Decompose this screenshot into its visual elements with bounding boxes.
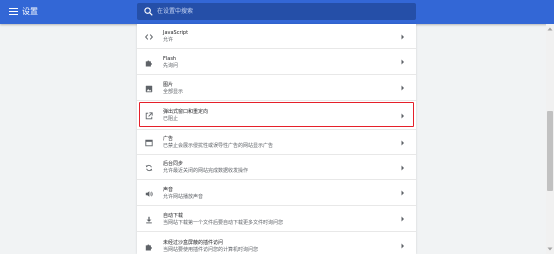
chevron-right-icon bbox=[401, 85, 404, 91]
setting-title: Flash bbox=[163, 56, 177, 62]
chevron-right-icon bbox=[401, 140, 404, 146]
setting-row-javascript[interactable]: JavaScript 允许 bbox=[137, 24, 416, 48]
setting-subtitle: 已禁止会展示侵扰性或误导性广告的网站显示广告 bbox=[163, 143, 274, 149]
setting-row-background-sync[interactable]: 后台同步 允许最近关闭的网站完成数据收发操作 bbox=[137, 154, 416, 179]
app-header: 设置 bbox=[0, 0, 554, 24]
chevron-right-icon bbox=[401, 59, 404, 65]
puzzle-icon bbox=[145, 244, 152, 251]
setting-row-flash[interactable]: Flash 先询问 bbox=[137, 48, 416, 74]
setting-title: 自动下载 bbox=[163, 213, 184, 219]
chevron-right-icon bbox=[401, 243, 404, 249]
image-icon bbox=[145, 85, 153, 93]
chevron-right-icon bbox=[401, 216, 404, 222]
setting-title: 声音 bbox=[163, 187, 174, 193]
setting-subtitle: 全部显示 bbox=[163, 89, 184, 95]
setting-row-images[interactable]: 图片 全部显示 bbox=[137, 74, 416, 100]
chevron-right-icon bbox=[401, 165, 404, 171]
page-title: 设置 bbox=[22, 7, 38, 16]
setting-row-automatic-downloads[interactable]: 自动下载 当网站下载第一个文件后要自动下载更多文件时询问您 bbox=[137, 205, 416, 231]
content-settings-card: JavaScript 允许 Flash 先询问 图片 全部显示 弹出式窗口和重定… bbox=[137, 24, 416, 254]
setting-subtitle: 允许最近关闭的网站完成数据收发操作 bbox=[163, 168, 249, 174]
setting-row-sound[interactable]: 声音 允许网站播放声音 bbox=[137, 179, 416, 205]
setting-subtitle: 允许网站播放声音 bbox=[163, 194, 204, 200]
menu-icon[interactable] bbox=[9, 8, 18, 15]
search-box[interactable] bbox=[137, 3, 416, 20]
setting-title: 广告 bbox=[163, 136, 174, 142]
setting-subtitle: 先询问 bbox=[163, 63, 179, 69]
scroll-up-arrow-icon[interactable] bbox=[547, 27, 553, 31]
chevron-right-icon bbox=[401, 34, 404, 40]
volume-icon bbox=[145, 191, 153, 197]
search-input[interactable] bbox=[157, 3, 407, 20]
code-icon bbox=[145, 34, 153, 40]
chevron-right-icon bbox=[401, 190, 404, 196]
setting-row-unsandboxed-plugins[interactable]: 未经过沙盒屏蔽的插件访问 当网站要使用插件访问您的计算机时询问您 bbox=[137, 231, 416, 254]
setting-title: 后台同步 bbox=[163, 161, 184, 167]
download-icon bbox=[146, 216, 152, 224]
open-in-new-icon bbox=[145, 112, 153, 120]
scroll-down-arrow-icon[interactable] bbox=[547, 247, 553, 251]
ad-icon bbox=[145, 139, 153, 147]
setting-subtitle: 允许 bbox=[163, 37, 174, 43]
setting-title: JavaScript bbox=[163, 30, 189, 36]
setting-title: 弹出式窗口和重定向 bbox=[163, 109, 209, 115]
search-icon bbox=[144, 7, 153, 16]
chevron-right-icon bbox=[401, 113, 404, 119]
setting-row-ads[interactable]: 广告 已禁止会展示侵扰性或误导性广告的网站显示广告 bbox=[137, 129, 416, 154]
scrollbar[interactable] bbox=[546, 24, 554, 254]
scrollbar-thumb[interactable] bbox=[547, 111, 553, 191]
setting-subtitle: 当网站要使用插件访问您的计算机时询问您 bbox=[163, 247, 259, 253]
sync-icon bbox=[145, 164, 153, 172]
puzzle-icon bbox=[145, 60, 152, 67]
setting-row-popups[interactable]: 弹出式窗口和重定向 已阻止 bbox=[137, 100, 416, 129]
setting-title: 未经过沙盒屏蔽的插件访问 bbox=[163, 240, 224, 246]
setting-title: 图片 bbox=[163, 82, 174, 88]
setting-subtitle: 已阻止 bbox=[163, 116, 179, 122]
setting-subtitle: 当网站下载第一个文件后要自动下载更多文件时询问您 bbox=[163, 220, 284, 226]
